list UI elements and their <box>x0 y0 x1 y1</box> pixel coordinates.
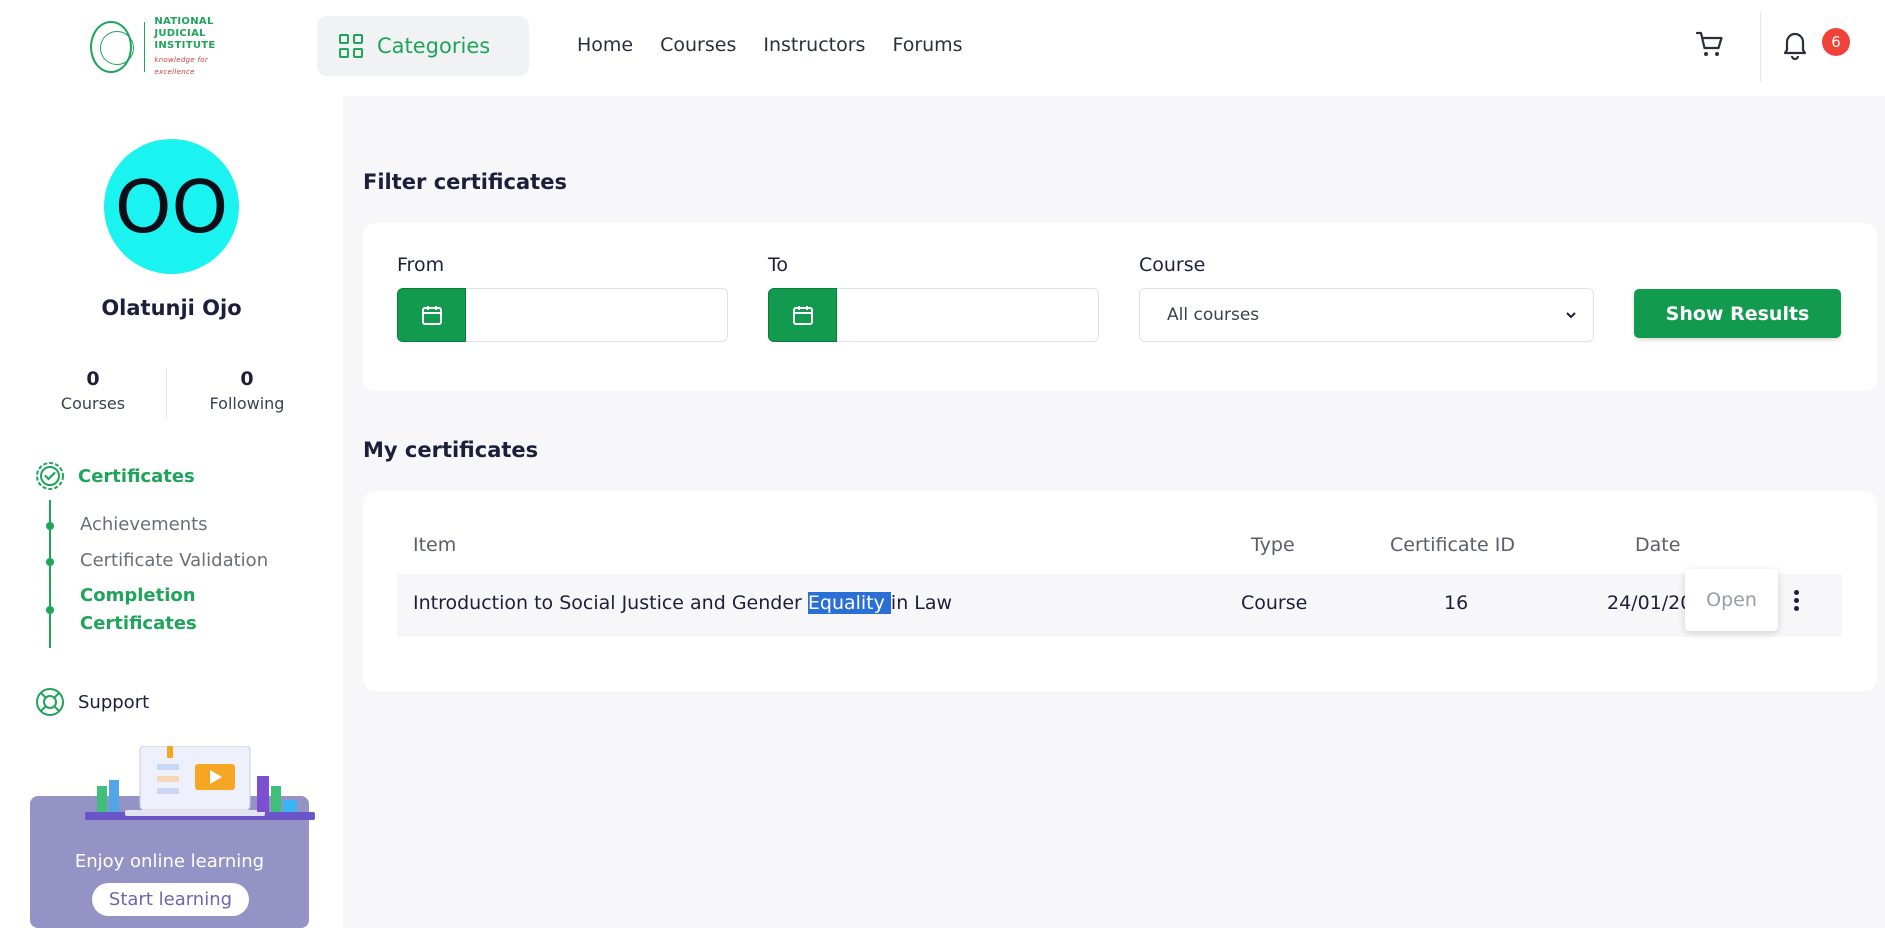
sidebar-item-label: Certificates <box>78 465 195 487</box>
stat-courses: 0 Courses <box>33 368 153 413</box>
filter-title: Filter certificates <box>363 170 567 194</box>
from-date-field[interactable] <box>397 288 728 342</box>
more-options-icon[interactable] <box>1790 590 1802 614</box>
open-option[interactable]: Open <box>1685 569 1778 631</box>
submenu-dot <box>46 558 54 566</box>
logo-divider <box>143 22 145 72</box>
logo-tagline: knowledge for excellence <box>154 56 209 76</box>
promo-title: Enjoy online learning <box>74 851 265 872</box>
cell-item-text: Introduction to Social Justice and Gende… <box>413 592 808 614</box>
selected-text: Equality <box>807 592 891 614</box>
column-header-item: Item <box>413 534 457 556</box>
nav-forums[interactable]: Forums <box>892 34 962 56</box>
column-header-certificate-id: Certificate ID <box>1390 534 1515 556</box>
logo-line: JUDICIAL <box>154 28 206 39</box>
show-results-button[interactable]: Show Results <box>1634 289 1841 338</box>
start-learning-button[interactable]: Start learning <box>92 883 249 916</box>
certificate-badge-icon <box>36 462 64 490</box>
sidebar-item-certificate-validation[interactable]: Certificate Validation <box>80 550 268 571</box>
submenu-dot <box>46 522 54 530</box>
course-label: Course <box>1139 254 1206 276</box>
cell-item-text: in Law <box>890 592 953 614</box>
stat-label: Courses <box>60 394 126 413</box>
from-label: From <box>397 254 445 276</box>
to-date-field[interactable] <box>768 288 1099 342</box>
logo-text: NATIONAL JUDICIAL INSTITUTE knowledge fo… <box>154 16 230 78</box>
categories-button[interactable]: Categories <box>317 16 529 76</box>
stat-value: 0 <box>240 368 254 390</box>
header-divider <box>1760 12 1761 82</box>
stat-label: Following <box>209 394 285 413</box>
logo[interactable]: NATIONAL JUDICIAL INSTITUTE knowledge fo… <box>90 16 230 76</box>
calendar-icon[interactable] <box>397 288 466 342</box>
nav-instructors[interactable]: Instructors <box>763 34 865 56</box>
course-select[interactable]: All courses <box>1139 288 1594 342</box>
promo-card: Enjoy online learning Start learning <box>30 746 315 928</box>
column-header-date: Date <box>1635 534 1681 556</box>
cell-type: Course <box>1241 592 1308 614</box>
sidebar-item-label: Support <box>78 691 150 713</box>
stat-divider <box>166 368 167 418</box>
sidebar-item-certificates[interactable]: Certificates <box>34 460 195 492</box>
sidebar: OO Olatunji Ojo 0 Courses 0 Following Ce… <box>0 96 343 928</box>
notification-badge[interactable]: 6 <box>1822 28 1850 56</box>
sidebar-item-achievements[interactable]: Achievements <box>80 514 208 535</box>
to-label: To <box>768 254 789 276</box>
nav-courses[interactable]: Courses <box>660 34 736 56</box>
certificates-title: My certificates <box>363 438 539 462</box>
categories-label: Categories <box>377 34 491 58</box>
avatar[interactable]: OO <box>104 139 239 274</box>
sidebar-item-completion-certificates[interactable]: Completion Certificates <box>80 582 240 638</box>
lifebuoy-icon <box>36 688 64 716</box>
user-name: Olatunji Ojo <box>101 296 242 320</box>
sidebar-item-support[interactable]: Support <box>34 686 149 718</box>
cell-item: Introduction to Social Justice and Gende… <box>413 592 952 614</box>
stat-following: 0 Following <box>187 368 307 413</box>
cart-icon[interactable] <box>1694 28 1726 60</box>
logo-seal-icon <box>90 21 134 73</box>
cell-date: 24/01/20 <box>1607 592 1693 614</box>
logo-line: INSTITUTE <box>154 40 216 51</box>
nav-home[interactable]: Home <box>577 34 633 56</box>
submenu-dot <box>46 606 54 614</box>
column-header-type: Type <box>1251 534 1295 556</box>
logo-line: NATIONAL <box>154 16 214 27</box>
stat-value: 0 <box>86 368 100 390</box>
calendar-icon[interactable] <box>768 288 837 342</box>
bell-icon[interactable] <box>1780 28 1810 61</box>
course-select-value: All courses <box>1167 305 1260 325</box>
laptop-illustration-icon <box>85 746 315 820</box>
cell-certificate-id: 16 <box>1444 592 1469 614</box>
main-nav: Home Courses Instructors Forums <box>577 34 990 56</box>
top-header: NATIONAL JUDICIAL INSTITUTE knowledge fo… <box>0 0 1885 96</box>
grid-icon <box>339 34 363 58</box>
chevron-down-icon <box>1566 312 1576 319</box>
